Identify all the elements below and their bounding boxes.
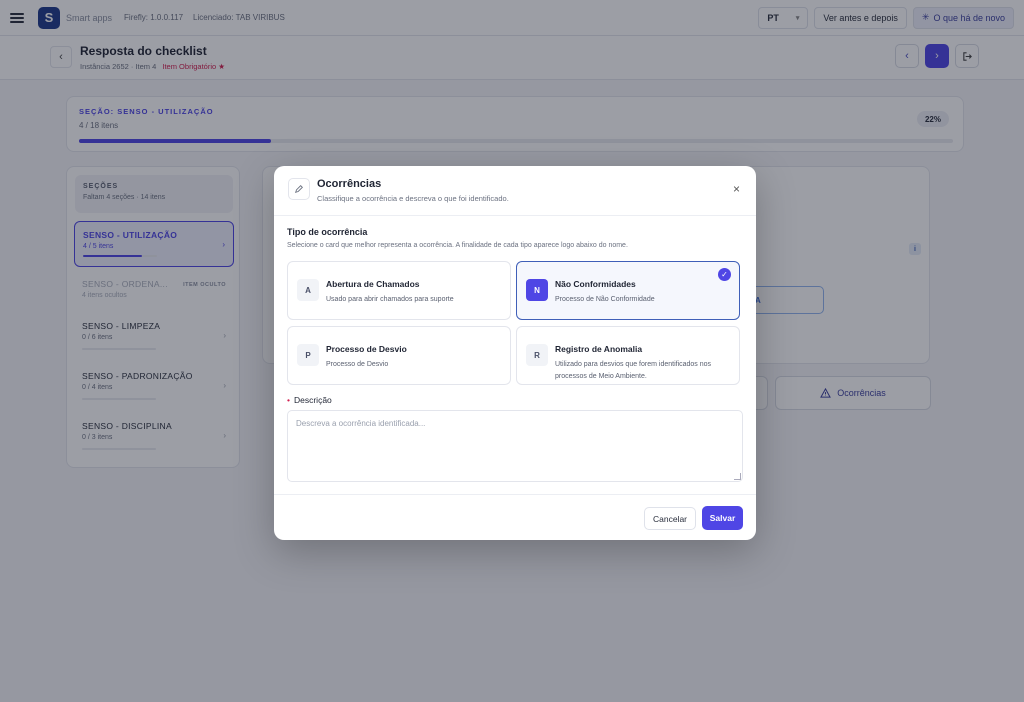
- pencil-icon: [288, 178, 310, 200]
- occurrences-dialog: Ocorrências Classifique a ocorrência e d…: [274, 166, 756, 540]
- check-icon: ✓: [718, 268, 731, 281]
- option-description: Processo de Desvio: [326, 361, 389, 368]
- dialog-subtitle: Classifique a ocorrência e descreva o qu…: [317, 194, 509, 203]
- option-description: Processo de Não Conformidade: [555, 296, 655, 303]
- resize-handle[interactable]: [734, 473, 741, 480]
- occurrence-type-title: Tipo de ocorrência: [287, 227, 368, 237]
- occurrence-type-description: Selecione o card que melhor representa a…: [287, 242, 628, 249]
- option-title: Abertura de Chamados: [326, 279, 420, 289]
- dialog-title: Ocorrências: [317, 178, 382, 190]
- option-title: Processo de Desvio: [326, 344, 407, 354]
- option-letter: R: [526, 344, 548, 366]
- option-letter: N: [526, 279, 548, 301]
- option-processo-desvio[interactable]: P Processo de Desvio Processo de Desvio: [287, 326, 511, 385]
- option-abertura-chamados[interactable]: A Abertura de Chamados Usado para abrir …: [287, 261, 511, 320]
- description-label: • Descrição: [287, 395, 332, 405]
- option-registro-anomalia[interactable]: R Registro de Anomalia Utilizado para de…: [516, 326, 740, 385]
- option-description: Usado para abrir chamados para suporte: [326, 296, 454, 303]
- option-letter: P: [297, 344, 319, 366]
- option-title: Não Conformidades: [555, 279, 636, 289]
- option-nao-conformidades[interactable]: N Não Conformidades Processo de Não Conf…: [516, 261, 740, 320]
- option-title: Registro de Anomalia: [555, 344, 643, 354]
- description-textarea[interactable]: [287, 410, 743, 482]
- dialog-header: Ocorrências Classifique a ocorrência e d…: [274, 166, 756, 216]
- option-description: Utilizado para desvios que forem identif…: [555, 361, 712, 380]
- save-button[interactable]: Salvar: [702, 506, 743, 530]
- option-letter: A: [297, 279, 319, 301]
- required-dot: •: [287, 395, 290, 405]
- dialog-footer: Cancelar Salvar: [274, 494, 756, 540]
- cancel-button[interactable]: Cancelar: [644, 507, 696, 530]
- description-label-text: Descrição: [293, 395, 332, 405]
- close-icon[interactable]: ×: [733, 183, 740, 195]
